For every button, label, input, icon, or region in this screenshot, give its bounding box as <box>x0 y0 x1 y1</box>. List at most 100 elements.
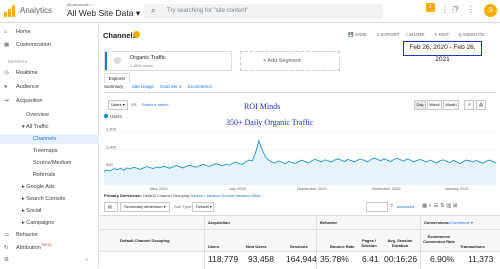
sidebar-item-campaigns[interactable]: ▸ Campaigns <box>22 220 54 226</box>
overlay-caption-title: ROI Minds <box>244 102 281 111</box>
more-vert-icon[interactable]: ⋮ <box>467 5 475 14</box>
col-sessions[interactable]: Sessions <box>290 244 308 249</box>
sort-type-value: Default <box>196 204 209 209</box>
other-dimensions-links[interactable]: Source / Medium Source Medium Other <box>190 193 260 198</box>
sidebar-item-referrals[interactable]: Referrals <box>33 172 55 178</box>
subtab-summary[interactable]: Summary <box>104 84 123 89</box>
save-button[interactable]: 💾 SAVE <box>348 32 367 38</box>
column-divider <box>204 216 205 269</box>
sidebar-item-attribution[interactable]: ↻ Attribution BETA <box>4 243 51 251</box>
sidebar-item-search-console[interactable]: ▸ Search Console <box>22 196 65 202</box>
col-new-users[interactable]: New Users <box>246 244 266 249</box>
x-tick-label: July 2020 <box>229 186 247 191</box>
sidebar-item-all-traffic[interactable]: ▾ All Traffic <box>22 124 49 130</box>
search-icon[interactable]: ⌕ <box>390 203 393 210</box>
sidebar-item-label: Social <box>26 208 42 214</box>
help-icon[interactable]: ? <box>454 5 458 14</box>
add-segment-label: + Add Segment <box>263 58 301 64</box>
save-label: SAVE <box>354 32 367 37</box>
chart-type-scatter-icon[interactable]: ⁂ <box>476 100 486 110</box>
add-segment-button[interactable]: + Add Segment <box>240 51 340 71</box>
sidebar-item-label: Attribution <box>16 244 41 251</box>
vs-label: VS. <box>131 102 138 107</box>
total-avg-session-duration: 00:16:26 <box>384 254 418 264</box>
primary-dimension-value[interactable]: Default Channel Grouping <box>143 193 189 198</box>
sidebar-item-label: Audience <box>16 84 39 90</box>
acquisition-icon: ⇥ <box>4 98 9 104</box>
subtab-ecommerce[interactable]: Ecommerce <box>188 84 212 89</box>
main-content: Channels 💾 SAVE ⇩ EXPORT ⟨ SHARE ✎ EDIT … <box>100 23 500 269</box>
view-name: All Web Site Data <box>67 8 134 18</box>
sort-type-select[interactable]: Default ▾ <box>192 202 214 212</box>
y-axis-ticks: 1,500 1,000 500 <box>106 127 117 168</box>
sidebar-item-behavior[interactable]: ▭ Behavior <box>4 232 38 238</box>
col-pages-session[interactable]: Pages / Session <box>358 238 380 248</box>
top-bar: Analytics All accounts > ... All Web Sit… <box>0 0 500 23</box>
metric-select-value: Users <box>111 102 122 107</box>
view-selector[interactable]: All Web Site Data ▾ <box>67 8 140 19</box>
insights-label: INSIGHTS <box>463 32 485 37</box>
sidebar-item-acquisition[interactable]: ⇥ Acquisition <box>4 98 43 104</box>
metric-select[interactable]: Users ▾ <box>108 100 128 110</box>
advanced-link[interactable]: advanced <box>397 204 414 209</box>
collapse-sidebar-icon[interactable]: ‹ <box>86 257 88 263</box>
secondary-dimension-label: Secondary dimension <box>124 204 163 209</box>
sidebar-item-source-medium[interactable]: Source/Medium <box>33 160 72 166</box>
reports-section-label: REPORTS <box>8 59 28 64</box>
notification-badge[interactable]: 1 <box>426 3 435 12</box>
export-button[interactable]: ⇩ EXPORT <box>376 32 399 38</box>
avatar[interactable]: S <box>484 4 497 17</box>
sidebar-item-audience[interactable]: ● Audience <box>4 84 39 90</box>
col-avg-session-duration[interactable]: Avg. Session Duration <box>382 238 418 248</box>
segment-sub: 2.85% Users <box>130 63 153 68</box>
account-breadcrumb[interactable]: All accounts > ... <box>67 2 96 7</box>
granularity-month[interactable]: Month <box>443 100 459 110</box>
date-range-picker[interactable]: Feb 26, 2020 - Feb 26, 2021 <box>403 41 482 63</box>
edit-button[interactable]: ✎ EDIT <box>434 32 449 38</box>
chart-type-line-icon[interactable]: ↗ <box>464 100 474 110</box>
sidebar-item-home[interactable]: ⌂ Home <box>4 29 31 35</box>
y-tick-label: 1,000 <box>106 144 117 149</box>
insights-button[interactable]: ◎ INSIGHTS <box>458 32 484 38</box>
gear-icon: ⚙ <box>4 257 9 263</box>
col-transactions[interactable]: Transactions <box>460 244 485 249</box>
sidebar-item-overview[interactable]: Overview <box>26 112 49 118</box>
attribution-icon: ↻ <box>4 244 9 251</box>
secondary-dimension-select[interactable]: Secondary dimension ▾ <box>120 202 170 212</box>
dim-header[interactable]: Default Channel Grouping <box>120 238 170 243</box>
sidebar-item-google-ads[interactable]: ▸ Google Ads <box>22 184 55 190</box>
share-button[interactable]: ⟨ SHARE <box>406 32 425 38</box>
sidebar-item-customization[interactable]: ▦ Customization <box>4 42 51 48</box>
conversions-select[interactable]: eCommerce ▾ <box>448 220 473 225</box>
col-ecommerce-conversion-rate[interactable]: Ecommerce Conversion Rate <box>422 234 456 244</box>
sort-type-label: Sort Type: <box>174 204 193 209</box>
granularity-day[interactable]: Day <box>414 100 426 110</box>
grid-icon: ▦ <box>4 42 10 48</box>
select-metric-link[interactable]: Select a metric <box>142 102 168 107</box>
sidebar-item-realtime[interactable]: ◷ Realtime <box>4 70 38 76</box>
tab-explorer[interactable]: Explorer <box>104 73 130 83</box>
search-input[interactable]: ⌕ Try searching for "site content" <box>143 4 383 19</box>
sidebar-item-channels[interactable]: Channels <box>33 136 56 142</box>
settings-icon[interactable]: ⚙ <box>4 257 16 263</box>
subtab-goal-set-1[interactable]: Goal Set 1 <box>160 84 181 89</box>
col-users[interactable]: Users <box>208 244 219 249</box>
sidebar-item-label: Google Ads <box>26 184 55 190</box>
person-icon: ● <box>4 84 8 90</box>
segment-organic-traffic[interactable]: Organic Traffic 2.85% Users <box>104 51 232 71</box>
plot-rows-button[interactable]: ▤ <box>104 202 118 212</box>
total-ecommerce-conversion-rate: 6.90% <box>430 254 455 264</box>
subtab-site-usage[interactable]: Site Usage <box>132 84 154 89</box>
total-users: 118,779 <box>208 254 239 264</box>
group-behavior: Behavior <box>320 220 338 225</box>
sidebar-item-treemaps[interactable]: Treemaps <box>33 148 58 154</box>
granularity-week[interactable]: Week <box>427 100 442 110</box>
view-toggle-icons[interactable]: ▦ ◐ ☰ ⇅ ▥ ⊞ <box>422 203 458 209</box>
share-label: SHARE <box>409 32 425 37</box>
table-search-input[interactable] <box>366 202 388 212</box>
col-bounce-rate[interactable]: Bounce Rate <box>330 244 354 249</box>
sidebar-item-label: Search Console <box>26 196 66 202</box>
sidebar-item-social[interactable]: ▸ Social <box>22 208 41 214</box>
sidebar-item-label: Home <box>16 29 31 35</box>
sidebar-item-label: Customization <box>16 42 51 48</box>
